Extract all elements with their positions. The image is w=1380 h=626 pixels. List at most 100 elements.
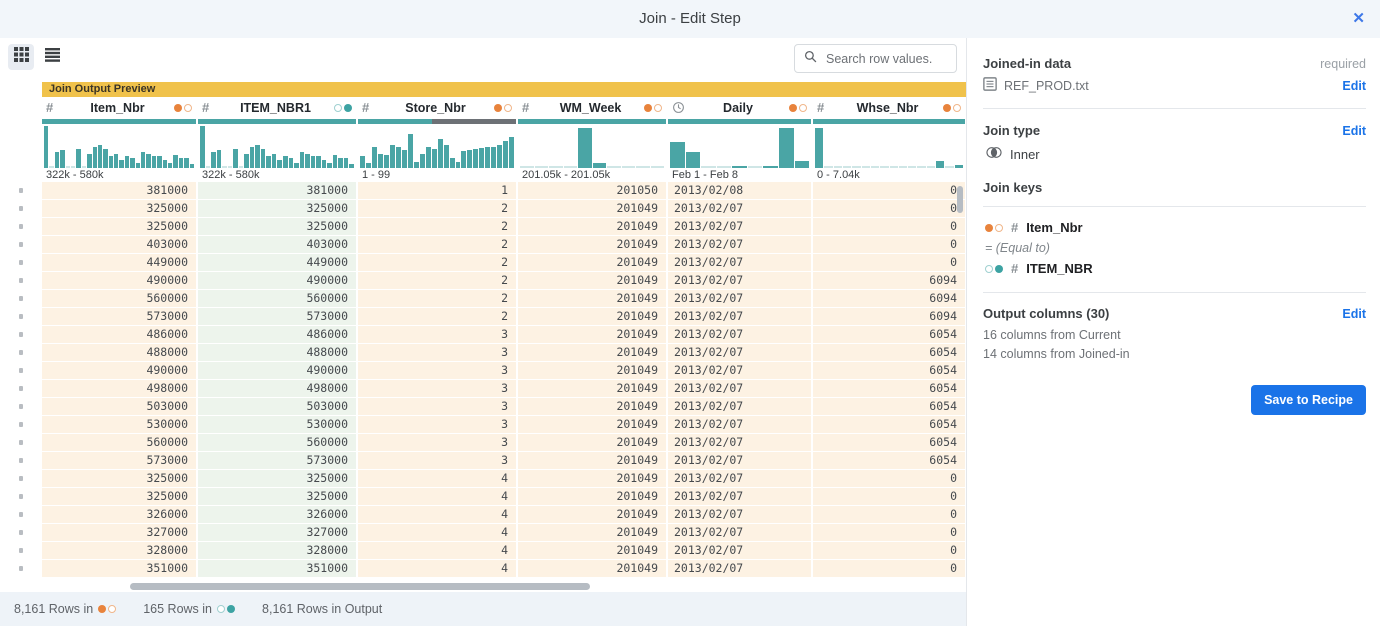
table-cell: 503000 [42,398,196,416]
histogram[interactable] [42,126,196,168]
table-cell: 3 [358,398,516,416]
table-cell: 4 [358,488,516,506]
table-cell: 201049 [518,524,666,542]
histogram-bar [479,148,484,168]
row-number-cell [0,415,42,433]
quality-valid-segment [198,119,356,124]
join-key-right[interactable]: # ITEM_NBR [983,261,1366,276]
row-number-cell [0,469,42,487]
table-cell: 6054 [813,380,965,398]
histogram-bar [426,147,431,168]
table-cell: 573000 [42,452,196,470]
histogram-bar [890,166,898,168]
histogram-bar [927,166,935,168]
column-header[interactable]: #WM_Week [518,97,666,118]
column-range: Feb 1 - Feb 8 [668,168,811,182]
table-cell: 488000 [42,344,196,362]
row-marker [19,206,23,211]
edit-join-type-link[interactable]: Edit [1342,124,1366,138]
row-marker [19,512,23,517]
table-cell: 201049 [518,236,666,254]
quality-bar[interactable] [358,119,516,124]
table-cell: 2013/02/07 [668,254,811,272]
histogram-bar [157,156,161,168]
joined-in-data-label: Joined-in data [983,56,1071,71]
joined-row-count-label: 165 Rows in [143,602,212,616]
column-header[interactable]: #Store_Nbr [358,97,516,118]
quality-valid-segment [813,119,965,124]
joined-in-file-name: REF_PROD.txt [1004,79,1089,93]
dot-filled-orange [98,605,106,613]
histogram-bar [200,126,205,168]
table-cell: 328000 [198,542,356,560]
table-cell: 201049 [518,290,666,308]
table-cell: 2 [358,218,516,236]
histogram[interactable] [358,126,516,168]
histogram-bar [152,156,156,168]
histogram-bar [670,142,685,168]
table-cell: 2013/02/07 [668,560,811,578]
column-header[interactable]: Daily [668,97,811,118]
dialog-title: Join - Edit Step [0,0,1380,38]
edit-output-columns-link[interactable]: Edit [1342,307,1366,321]
histogram-bar [173,155,177,168]
edit-joined-in-link[interactable]: Edit [1342,79,1366,93]
quality-bar[interactable] [668,119,811,124]
join-settings-panel: Joined-in data required REF_PROD.txt Edi… [966,38,1380,626]
table-cell: 403000 [42,236,196,254]
table-cell: 0 [813,218,965,236]
close-icon[interactable]: ✕ [1352,0,1365,38]
table-cell: 328000 [42,542,196,560]
table-cell: 325000 [198,488,356,506]
quality-bar[interactable] [813,119,965,124]
histogram-bar [338,158,343,168]
table-cell: 2013/02/07 [668,218,811,236]
dot-filled-orange [943,104,951,112]
row-number-cell [0,505,42,523]
quality-bar[interactable] [518,119,666,124]
table-cell: 201049 [518,272,666,290]
row-number-cell [0,559,42,577]
view-toolbar [8,44,65,70]
table-cell: 2013/02/07 [668,470,811,488]
histogram[interactable] [518,126,666,168]
table-column-whse_nbr: #Whse_Nbr0 - 7.04k0000060946094609460546… [813,97,965,578]
table-cell: 201049 [518,380,666,398]
column-header[interactable]: #Whse_Nbr [813,97,965,118]
histogram-bar [450,158,455,169]
table-cell: 201049 [518,560,666,578]
save-to-recipe-button[interactable]: Save to Recipe [1251,385,1366,415]
column-cells: 3810003250003250004030004490004900005600… [198,182,356,578]
table-cell: 490000 [198,272,356,290]
histogram-bar [228,166,233,168]
histogram-bar [717,166,732,168]
search-row-values[interactable] [794,44,957,73]
list-view-button[interactable] [39,44,65,70]
column-header[interactable]: #ITEM_NBR1 [198,97,356,118]
row-marker [19,260,23,265]
grid-view-button[interactable] [8,44,34,70]
join-key-left[interactable]: # Item_Nbr [983,220,1366,235]
horizontal-scrollbar[interactable] [130,583,590,590]
table-cell: 0 [813,200,965,218]
quality-valid-segment [518,119,666,124]
search-input[interactable] [824,51,947,67]
quality-bar[interactable] [198,119,356,124]
quality-bar[interactable] [42,119,196,124]
table-cell: 403000 [198,236,356,254]
histogram[interactable] [198,126,356,168]
current-dataset-icon [174,104,192,112]
histogram[interactable] [813,126,965,168]
histogram-bar [815,128,823,168]
column-range: 322k - 580k [42,168,196,182]
table-cell: 490000 [42,362,196,380]
histogram[interactable] [668,126,811,168]
table-columns: #Item_Nbr322k - 580k38100032500032500040… [42,97,966,578]
column-cells: 2013/02/082013/02/072013/02/072013/02/07… [668,182,811,578]
histogram-bar [60,150,64,168]
histogram-bar [955,165,963,168]
table-cell: 201049 [518,200,666,218]
histogram-bar [222,166,227,168]
column-header[interactable]: #Item_Nbr [42,97,196,118]
vertical-scrollbar[interactable] [957,186,963,213]
